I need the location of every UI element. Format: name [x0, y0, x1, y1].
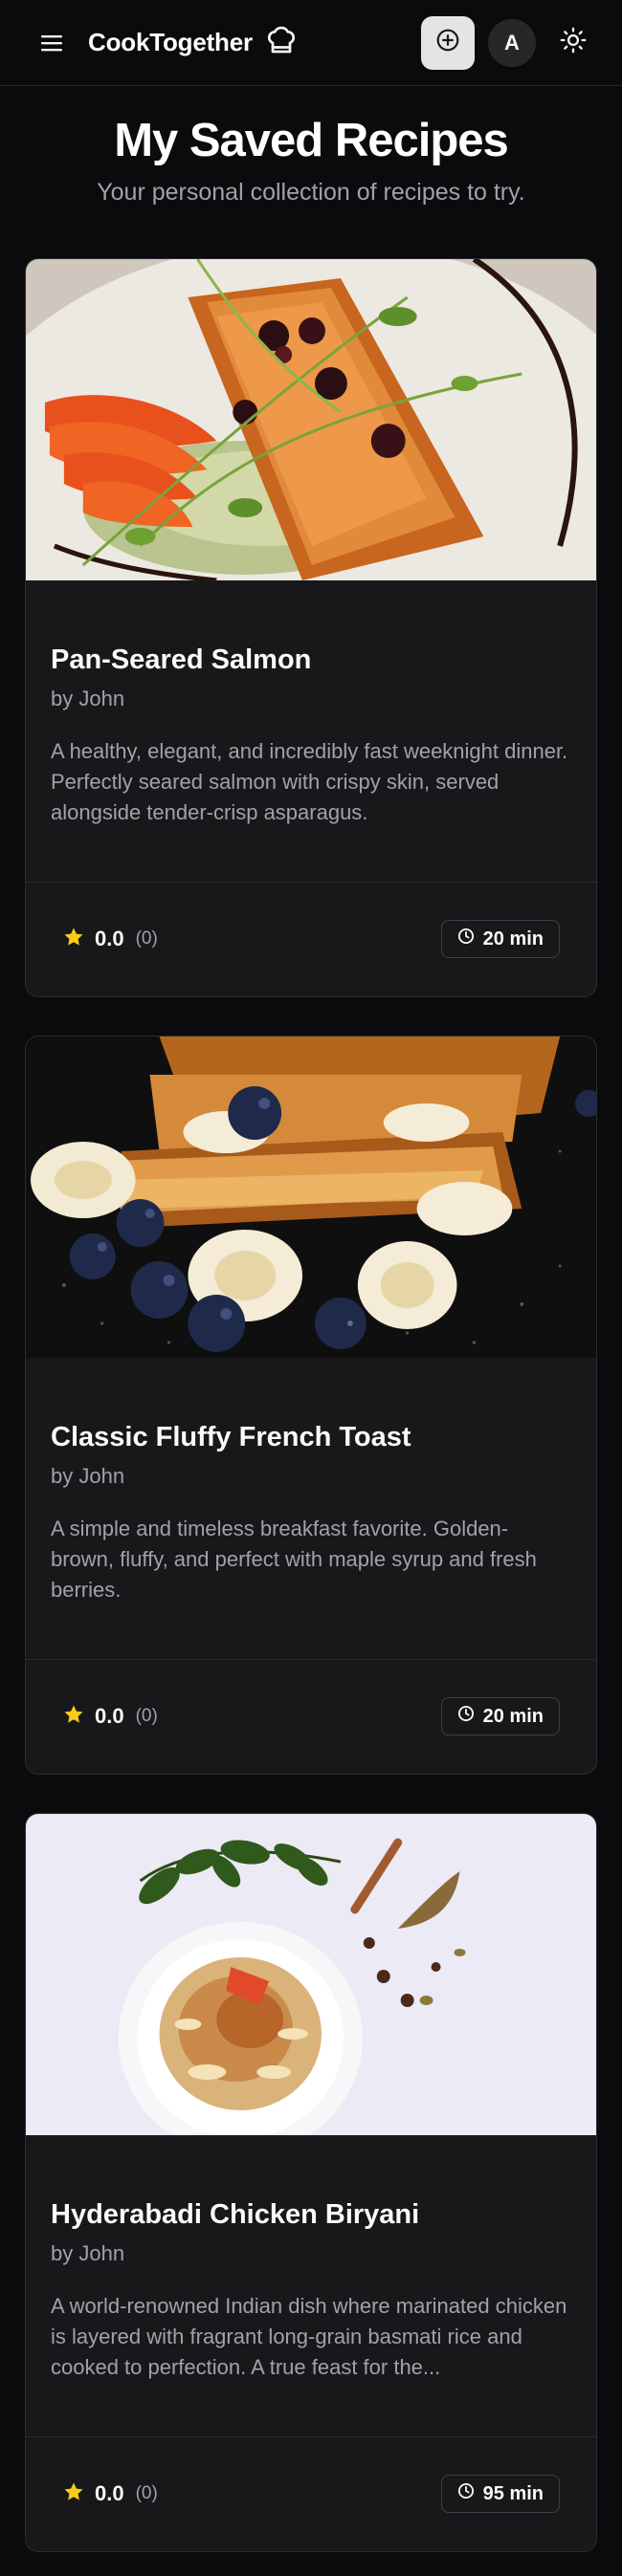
- cook-time-badge: 95 min: [440, 2475, 560, 2514]
- cook-time: 20 min: [482, 1705, 544, 1727]
- theme-toggle-button[interactable]: [549, 19, 597, 67]
- chef-hat-icon: [264, 23, 299, 62]
- rating-count: (0): [135, 928, 158, 950]
- clock-icon: [457, 928, 475, 950]
- recipe-description: A world-renowned Indian dish where marin…: [51, 2293, 567, 2379]
- recipe-card-footer: 0.0 (0) 95 min: [26, 2437, 596, 2551]
- add-recipe-button[interactable]: [421, 15, 475, 70]
- cook-time-badge: 20 min: [440, 1697, 560, 1736]
- cook-time: 95 min: [482, 2482, 544, 2504]
- navbar-right: A: [421, 15, 597, 70]
- brand-name: CookTogether: [88, 28, 253, 56]
- recipe-card[interactable]: Pan-Seared Salmon by John A healthy, ele…: [25, 257, 597, 997]
- recipe-card-list: Pan-Seared Salmon by John A healthy, ele…: [0, 207, 622, 2552]
- recipe-author: by John: [51, 2240, 125, 2265]
- recipe-author: by John: [51, 686, 125, 710]
- recipe-card[interactable]: Classic Fluffy French Toast by John A si…: [25, 1035, 597, 1775]
- french-toast-photo: [26, 1036, 596, 1358]
- clock-icon: [457, 2482, 475, 2505]
- plus-circle-icon: [435, 28, 460, 57]
- rating: 0.0 (0): [62, 2480, 158, 2508]
- recipe-card-footer: 0.0 (0) 20 min: [26, 1660, 596, 1774]
- top-navbar: CookTogether A: [0, 0, 622, 86]
- rating: 0.0 (0): [62, 926, 158, 953]
- rating-value: 0.0: [95, 927, 124, 951]
- recipe-card-body: Hyderabadi Chicken Biryani by John A wor…: [26, 2135, 596, 2437]
- recipe-card-footer: 0.0 (0) 20 min: [26, 883, 596, 996]
- rating-value: 0.0: [95, 1704, 124, 1729]
- sun-icon: [560, 27, 587, 58]
- page-subtitle: Your personal collection of recipes to t…: [97, 178, 525, 206]
- rating: 0.0 (0): [62, 1703, 158, 1731]
- cook-time-badge: 20 min: [440, 920, 560, 959]
- recipe-title[interactable]: Hyderabadi Chicken Biryani: [51, 2198, 571, 2232]
- rating-count: (0): [135, 2483, 158, 2504]
- recipe-description: A healthy, elegant, and incredibly fast …: [51, 738, 568, 824]
- recipe-title[interactable]: Pan-Seared Salmon: [51, 644, 571, 677]
- star-icon: [62, 1703, 85, 1731]
- clock-icon: [457, 1705, 475, 1728]
- cook-time: 20 min: [482, 928, 544, 950]
- navbar-left: CookTogether: [38, 23, 299, 62]
- recipe-card[interactable]: Hyderabadi Chicken Biryani by John A wor…: [25, 1812, 597, 2552]
- recipe-card-body: Pan-Seared Salmon by John A healthy, ele…: [26, 580, 596, 883]
- recipe-author: by John: [51, 1463, 125, 1488]
- brand-logo-link[interactable]: CookTogether: [88, 23, 299, 62]
- star-icon: [62, 926, 85, 953]
- rating-value: 0.0: [95, 2481, 124, 2506]
- star-icon: [62, 2480, 85, 2508]
- recipe-title[interactable]: Classic Fluffy French Toast: [51, 1421, 571, 1454]
- rating-count: (0): [135, 1706, 158, 1727]
- biryani-photo: [26, 1813, 596, 2135]
- hamburger-menu-icon[interactable]: [38, 30, 65, 56]
- page-header: My Saved Recipes Your personal collectio…: [0, 86, 622, 207]
- recipe-card-body: Classic Fluffy French Toast by John A si…: [26, 1358, 596, 1660]
- user-avatar[interactable]: A: [488, 18, 536, 67]
- page-title: My Saved Recipes: [114, 115, 509, 166]
- recipe-description: A simple and timeless breakfast favorite…: [51, 1516, 537, 1602]
- salmon-dish-photo: [26, 258, 596, 580]
